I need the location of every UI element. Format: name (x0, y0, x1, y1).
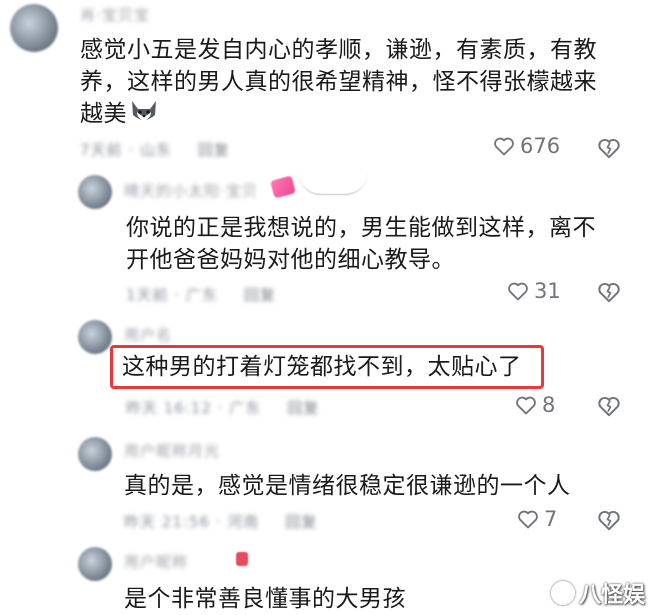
avatar[interactable] (78, 320, 112, 354)
comment-text-line: 开他爸爸妈妈对他的细心教导。 (126, 247, 455, 273)
avatar[interactable] (78, 175, 112, 209)
comment-meta: 7天前 · 山东 回复 (80, 139, 230, 160)
dislike-heart-icon[interactable] (596, 393, 622, 419)
comment-username[interactable]: 肖·宝贝宝 (80, 4, 150, 25)
like-count: 8 (542, 393, 556, 417)
heart-icon (518, 510, 538, 529)
comment-text-line: 感觉小五是发自内心的孝顺，谦逊，有素质，有教 (80, 37, 597, 63)
like-count: 7 (544, 507, 558, 531)
reply-button[interactable]: 回复 (198, 139, 230, 160)
reply-button[interactable]: 回复 (285, 511, 317, 532)
comment-text-line-tail: 越美 (80, 101, 127, 127)
avatar[interactable] (78, 437, 112, 471)
reply-button[interactable]: 回复 (287, 397, 319, 418)
reply-button[interactable]: 回复 (244, 284, 276, 305)
comment-time-location: 1天前 · 广东 (126, 286, 218, 304)
comment-text-line: 真的是，感觉是情绪很稳定很谦逊的一个人 (124, 473, 571, 499)
comment-text: 这种男的打着灯笼都找不到，太贴心了 (122, 351, 542, 383)
decoration-badge (270, 175, 296, 199)
dislike-heart-icon[interactable] (596, 135, 622, 161)
dislike-heart-icon[interactable] (596, 507, 622, 533)
comment-time-location: 7天前 · 山东 (80, 141, 172, 159)
comment-text-line: 养，这样的男人真的很希望精神，怪不得张檬越来 (80, 69, 597, 95)
comment-time-location: 昨天 21:56 · 河南 (124, 513, 260, 531)
heart-icon (494, 137, 514, 156)
dog-emoji-icon (132, 101, 156, 121)
comment-text-line: 你说的正是我想说的，男生能做到这样，离不 (126, 215, 596, 241)
comment-username[interactable]: 用户昵称 (124, 551, 188, 572)
like-button[interactable]: 676 (492, 134, 560, 158)
comment-text: 是个非常善良懂事的大男孩 (124, 583, 624, 615)
heart-icon (516, 396, 536, 415)
comment-text-line: 是个非常善良懂事的大男孩 (124, 586, 406, 612)
like-count: 31 (534, 279, 561, 303)
avatar[interactable] (78, 547, 112, 581)
comment-time-location: 昨天 16:12 · 广东 (126, 399, 262, 417)
comment-text: 感觉小五是发自内心的孝顺，谦逊，有素质，有教 养，这样的男人真的很希望精神，怪不… (80, 34, 640, 130)
watermark-text: 八怪娱 (578, 583, 645, 608)
decoration-badge (236, 552, 248, 566)
watermark: 八怪娱 (550, 577, 645, 609)
comment-username[interactable]: 用户名 (124, 324, 172, 345)
decoration-swirl (298, 172, 368, 195)
comment-username[interactable]: 晴天的小太阳·宝贝 (124, 180, 258, 201)
comment-text: 你说的正是我想说的，男生能做到这样，离不 开他爸爸妈妈对他的细心教导。 (126, 212, 626, 276)
like-count: 676 (520, 134, 561, 158)
heart-icon (508, 282, 528, 301)
like-button[interactable]: 7 (516, 507, 557, 531)
dislike-heart-icon[interactable] (596, 279, 622, 305)
watermark-logo-icon (550, 581, 575, 605)
comment-text-line: 这种男的打着灯笼都找不到，太贴心了 (122, 354, 522, 380)
comment-meta: 1天前 · 广东 回复 (126, 284, 276, 305)
avatar[interactable] (10, 4, 58, 52)
comment-meta: 昨天 16:12 · 广东 回复 (126, 397, 319, 418)
comment-text-line: 越美 (80, 98, 640, 130)
comment-username[interactable]: 用户昵称月光 (124, 440, 220, 461)
comment-meta: 昨天 21:56 · 河南 回复 (124, 511, 317, 532)
comment-text: 真的是，感觉是情绪很稳定很谦逊的一个人 (124, 470, 624, 502)
like-button[interactable]: 8 (514, 393, 555, 417)
like-button[interactable]: 31 (506, 279, 561, 303)
